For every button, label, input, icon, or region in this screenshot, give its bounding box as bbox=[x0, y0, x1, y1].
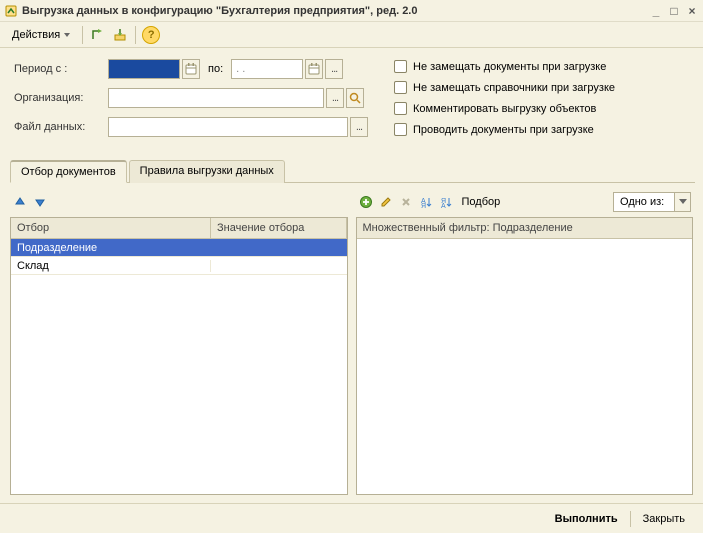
datafile-select-button[interactable]: ... bbox=[350, 117, 368, 137]
multi-filter-body[interactable] bbox=[357, 239, 693, 494]
toolbar: Действия ? bbox=[0, 22, 703, 48]
delete-icon[interactable] bbox=[398, 194, 414, 210]
datafile-row: Файл данных: ... bbox=[14, 116, 374, 138]
chevron-down-icon bbox=[674, 193, 690, 211]
checkbox-no-replace-docs[interactable]: Не замещать документы при загрузке bbox=[394, 60, 689, 73]
organization-row: Организация: ... bbox=[14, 87, 374, 109]
window-title: Выгрузка данных в конфигурацию "Бухгалте… bbox=[22, 5, 649, 17]
close-button-footer[interactable]: Закрыть bbox=[635, 510, 693, 528]
period-from-input[interactable] bbox=[108, 59, 180, 79]
checkbox-comment-export[interactable]: Комментировать выгрузку объектов bbox=[394, 102, 689, 115]
organization-search-button[interactable] bbox=[346, 88, 364, 108]
sort-desc-icon[interactable]: ЯA bbox=[438, 194, 454, 210]
organization-select-button[interactable]: ... bbox=[326, 88, 344, 108]
multi-filter-header: Множественный фильтр: Подразделение bbox=[357, 218, 693, 239]
podbo-button[interactable]: Подбор bbox=[458, 196, 505, 208]
datafile-input[interactable] bbox=[108, 117, 348, 137]
form-right: Не замещать документы при загрузке Не за… bbox=[394, 58, 689, 145]
window: Выгрузка данных в конфигурацию "Бухгалте… bbox=[0, 0, 703, 533]
organization-input[interactable] bbox=[108, 88, 324, 108]
col-value-header[interactable]: Значение отбора bbox=[211, 218, 347, 238]
footer: Выполнить Закрыть bbox=[0, 503, 703, 533]
checkbox-icon bbox=[394, 81, 407, 94]
period-to-calendar-button[interactable] bbox=[305, 59, 323, 79]
add-icon[interactable] bbox=[358, 194, 374, 210]
period-inputs: по: . . ... bbox=[108, 59, 343, 79]
window-buttons: _ □ × bbox=[649, 4, 699, 18]
help-icon[interactable]: ? bbox=[142, 26, 160, 44]
tabs: Отбор документов Правила выгрузки данных bbox=[10, 159, 695, 183]
left-panel-toolbar bbox=[10, 191, 348, 213]
table-row[interactable]: Склад bbox=[11, 257, 347, 275]
period-row: Период с : по: . . bbox=[14, 58, 374, 80]
separator bbox=[82, 26, 83, 44]
multi-filter-grid: Множественный фильтр: Подразделение bbox=[356, 217, 694, 495]
move-up-icon[interactable] bbox=[12, 194, 28, 210]
edit-icon[interactable] bbox=[378, 194, 394, 210]
col-filter-header[interactable]: Отбор bbox=[11, 218, 211, 238]
right-panel: AЯ ЯA Подбор Одно из: Множеств bbox=[356, 191, 694, 495]
checkbox-post-docs[interactable]: Проводить документы при загрузке bbox=[394, 123, 689, 136]
separator bbox=[135, 26, 136, 44]
period-select-button[interactable]: ... bbox=[325, 59, 343, 79]
checkbox-icon bbox=[394, 60, 407, 73]
organization-inputs: ... bbox=[108, 88, 374, 108]
period-to-input[interactable]: . . bbox=[231, 59, 303, 79]
filter-grid-body[interactable]: Подразделение Склад bbox=[11, 239, 347, 494]
execute-toolbar-icon[interactable] bbox=[89, 26, 107, 44]
checkbox-icon bbox=[394, 123, 407, 136]
actions-label: Действия bbox=[12, 29, 60, 41]
tab-content: Отбор Значение отбора Подразделение Скла… bbox=[0, 183, 703, 503]
move-down-icon[interactable] bbox=[32, 194, 48, 210]
form-left: Период с : по: . . bbox=[14, 58, 374, 145]
period-label: Период с : bbox=[14, 63, 108, 75]
chevron-down-icon bbox=[64, 33, 70, 37]
load-toolbar-icon[interactable] bbox=[111, 26, 129, 44]
maximize-button[interactable]: □ bbox=[667, 4, 681, 18]
svg-text:Я: Я bbox=[421, 203, 426, 209]
sort-asc-icon[interactable]: AЯ bbox=[418, 194, 434, 210]
filter-mode-combo[interactable]: Одно из: bbox=[613, 192, 691, 212]
actions-menu-button[interactable]: Действия bbox=[6, 27, 76, 43]
multi-filter-col-header[interactable]: Множественный фильтр: Подразделение bbox=[357, 218, 693, 238]
checkbox-no-replace-refs[interactable]: Не замещать справочники при загрузке bbox=[394, 81, 689, 94]
period-from-calendar-button[interactable] bbox=[182, 59, 200, 79]
organization-label: Организация: bbox=[14, 92, 108, 104]
period-to-label: по: bbox=[202, 63, 229, 75]
filter-grid: Отбор Значение отбора Подразделение Скла… bbox=[10, 217, 348, 495]
titlebar: Выгрузка данных в конфигурацию "Бухгалте… bbox=[0, 0, 703, 22]
datafile-inputs: ... bbox=[108, 117, 374, 137]
tab-filter-docs[interactable]: Отбор документов bbox=[10, 160, 127, 183]
left-panel: Отбор Значение отбора Подразделение Скла… bbox=[10, 191, 348, 495]
checkbox-icon bbox=[394, 102, 407, 115]
minimize-button[interactable]: _ bbox=[649, 4, 663, 18]
tab-export-rules[interactable]: Правила выгрузки данных bbox=[129, 160, 285, 183]
form-area: Период с : по: . . bbox=[0, 48, 703, 145]
app-icon bbox=[4, 4, 18, 18]
filter-grid-header: Отбор Значение отбора bbox=[11, 218, 347, 239]
execute-button[interactable]: Выполнить bbox=[547, 510, 626, 528]
table-row[interactable]: Подразделение bbox=[11, 239, 347, 257]
right-panel-toolbar: AЯ ЯA Подбор Одно из: bbox=[356, 191, 694, 213]
datafile-label: Файл данных: bbox=[14, 121, 108, 133]
separator bbox=[630, 511, 631, 527]
close-button[interactable]: × bbox=[685, 4, 699, 18]
svg-text:A: A bbox=[441, 203, 446, 209]
